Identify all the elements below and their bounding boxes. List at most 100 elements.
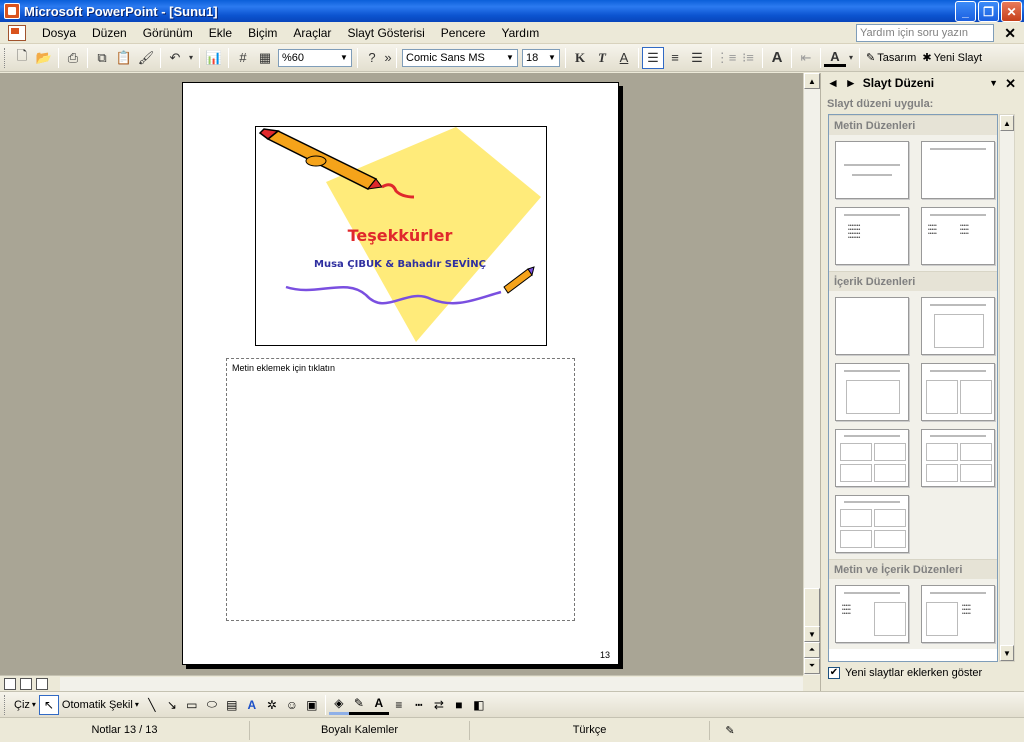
menu-slideshow[interactable]: Slayt Gösterisi [339,23,432,43]
menu-help[interactable]: Yardım [494,23,548,43]
forward-arrow-icon[interactable]: ► [845,76,857,90]
toolbar-options-icon[interactable]: » [383,47,393,69]
diagram-icon[interactable]: ✲ [262,695,282,715]
show-on-new-slide-checkbox[interactable]: ✔ Yeni slaytlar eklerken göster [828,667,982,679]
normal-view-icon[interactable] [4,677,16,690]
picture-icon[interactable]: ▣ [302,695,322,715]
arrow-style-icon[interactable]: ⇄ [429,695,449,715]
autoshapes-menu-button[interactable]: Otomatik Şekil ▾ [59,694,142,716]
scroll-up-icon[interactable]: ▲ [804,73,820,89]
spelling-status-icon[interactable]: ✎ [710,721,750,740]
shadow-style-icon[interactable]: ■ [449,695,469,715]
grid-icon[interactable]: # [232,47,254,69]
checkbox-checked-icon[interactable]: ✔ [828,667,840,679]
zoom-select[interactable]: %60 ▼ [278,48,352,67]
rectangle-icon[interactable]: ▭ [182,695,202,715]
open-icon[interactable]: 📂 [33,47,55,69]
slide-sorter-view-icon[interactable] [20,677,32,690]
draw-menu-button[interactable]: Çiz ▾ [11,694,39,716]
restore-button[interactable]: ❐ [978,1,999,22]
wordart-icon[interactable]: A [242,695,262,715]
line-color-icon[interactable]: ✎ [348,695,369,715]
bullets-icon[interactable]: ⁝≡ [737,47,759,69]
toolbar-grip[interactable] [4,47,7,68]
numbering-icon[interactable]: ⋮≡ [715,47,737,69]
scroll-down-icon[interactable]: ▼ [804,626,820,642]
scroll-down-icon[interactable]: ▼ [1000,645,1014,661]
3d-style-icon[interactable]: ◧ [469,695,489,715]
new-slide-button[interactable]: ✱ Yeni Slayt [919,47,985,69]
font-color-button[interactable]: A [824,49,846,67]
back-arrow-icon[interactable]: ◄ [827,76,839,90]
dash-style-icon[interactable]: ┅ [409,695,429,715]
layout-title-content[interactable] [835,363,909,421]
layout-four-content-c[interactable] [835,495,909,553]
layout-content-text[interactable]: ••••• ••••• ••••• [921,585,995,643]
layout-four-content[interactable] [835,429,909,487]
slideshow-view-icon[interactable] [36,677,48,690]
font-color-icon[interactable]: A [368,695,389,715]
next-slide-icon[interactable]: ⏷ [804,658,820,674]
slide-thumbnail[interactable]: Teşekkürler Musa ÇIBUK & Bahadır SEVİNÇ [255,126,547,346]
format-painter-icon[interactable]: 🖌 [135,47,157,69]
layout-title-text[interactable]: ••••••• ••••••• ••••••• ••••••• [835,207,909,265]
layout-four-content-b[interactable] [921,429,995,487]
task-pane-close-icon[interactable]: ✕ [1005,76,1016,92]
notes-placeholder-box[interactable]: Metin eklemek için tıklatın [226,358,575,621]
insert-chart-icon[interactable]: 📊 [203,47,225,69]
line-style-icon[interactable]: ≡ [389,695,409,715]
layout-blank[interactable] [835,297,909,355]
paste-icon[interactable]: 📋 [113,47,135,69]
help-icon[interactable]: ? [361,47,383,69]
layout-two-column-text[interactable]: ••••• ••••• ••••• ••••• ••••• ••••• [921,207,995,265]
vertical-scrollbar[interactable]: ▲ ▼ ⏶ ⏷ [803,73,820,675]
menu-file[interactable]: Dosya [34,23,84,43]
font-select[interactable]: Comic Sans MS ▼ [402,48,518,67]
underline-button[interactable]: A [613,47,635,69]
menu-edit[interactable]: Düzen [84,23,135,43]
close-window-button[interactable]: ✕ [1001,1,1022,22]
line-icon[interactable]: ╲ [142,695,162,715]
undo-icon[interactable]: ↶ [164,47,186,69]
layout-text-content[interactable]: ••••• ••••• ••••• [835,585,909,643]
bold-button[interactable]: K [569,47,591,69]
align-center-icon[interactable]: ≡ [664,47,686,69]
oval-icon[interactable]: ⬭ [202,695,222,715]
textbox-icon[interactable]: ▤ [222,695,242,715]
layout-title-only[interactable] [921,141,995,199]
design-button[interactable]: ✎ Tasarım [863,47,919,69]
color-grayscale-icon[interactable]: ▦ [254,47,276,69]
menu-window[interactable]: Pencere [433,23,494,43]
align-left-icon[interactable]: ☰ [642,46,664,69]
fill-color-icon[interactable]: ◈ [328,695,349,715]
document-icon[interactable] [8,24,26,41]
menu-format[interactable]: Biçim [240,23,285,43]
scroll-up-icon[interactable]: ▲ [1000,115,1014,131]
layout-content[interactable] [921,297,995,355]
previous-slide-icon[interactable]: ⏶ [804,642,820,658]
select-objects-icon[interactable]: ↖ [38,694,59,715]
minimize-button[interactable]: _ [955,1,976,22]
font-size-select[interactable]: 18 ▼ [522,48,560,67]
menu-insert[interactable]: Ekle [201,23,240,43]
decrease-indent-icon[interactable]: ⇤ [795,47,817,69]
menu-tools[interactable]: Araçlar [285,23,339,43]
close-document-icon[interactable]: ✕ [1004,25,1016,42]
italic-button[interactable]: T [591,47,613,69]
font-color-dropdown-icon[interactable]: ▾ [846,47,856,69]
layout-two-content[interactable] [921,363,995,421]
copy-icon[interactable]: ⧉ [91,47,113,69]
new-icon[interactable]: 🗋 [11,47,33,69]
increase-font-icon[interactable]: A [766,47,788,69]
layout-title-slide[interactable] [835,141,909,199]
scroll-thumb[interactable] [804,588,820,628]
task-pane-menu-icon[interactable]: ▼ [989,78,998,88]
undo-dropdown-icon[interactable]: ▾ [186,47,196,69]
menu-view[interactable]: Görünüm [135,23,201,43]
clipart-icon[interactable]: ☺ [282,695,302,715]
task-pane-scrollbar[interactable]: ▲ ▼ [999,114,1015,662]
powerpoint-app-icon[interactable] [4,3,20,19]
help-search-input[interactable]: Yardım için soru yazın [856,24,994,42]
align-right-icon[interactable]: ☰ [686,47,708,69]
print-icon[interactable]: ⎙ [62,47,84,69]
